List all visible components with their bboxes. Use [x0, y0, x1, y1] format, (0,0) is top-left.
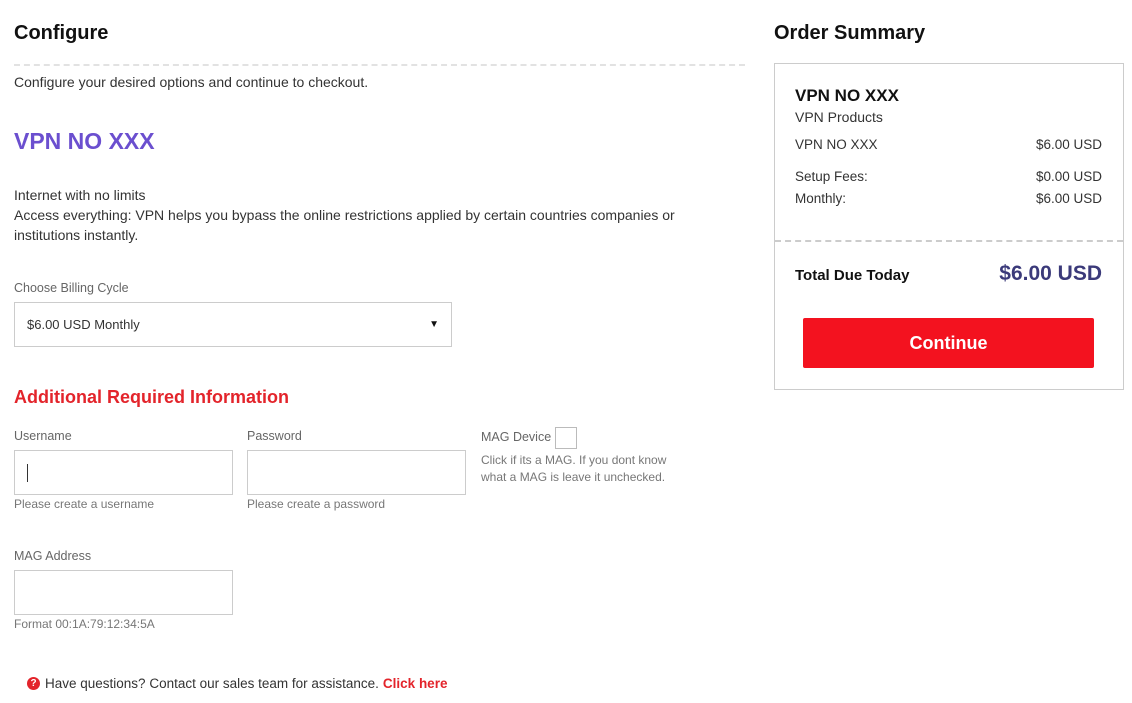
setup-fees-value: $0.00 USD [1035, 169, 1102, 184]
contact-sales-link[interactable]: Click here [383, 676, 448, 691]
monthly-label: Monthly: [795, 191, 847, 206]
mag-address-input[interactable] [14, 570, 233, 615]
password-input[interactable] [247, 450, 466, 495]
summary-monthly: Monthly: $6.00 USD [795, 191, 1102, 206]
summary-product-group: VPN Products [795, 109, 883, 125]
monthly-value: $6.00 USD [1035, 191, 1102, 206]
username-input[interactable] [14, 450, 233, 495]
total-due-label: Total Due Today [795, 267, 910, 284]
description-line-1: Internet with no limits [14, 187, 146, 203]
intro-text: Configure your desired options and conti… [14, 74, 369, 90]
questions-note: ? Have questions? Contact our sales team… [27, 676, 447, 691]
page-title: Configure [14, 22, 109, 44]
billing-cycle-value: $6.00 USD Monthly [27, 317, 140, 332]
mag-device-help: Click if its a MAG. If you dont know wha… [481, 453, 667, 484]
billing-cycle-label: Choose Billing Cycle [14, 281, 129, 295]
divider [14, 64, 745, 66]
mag-device-label: MAG Device [481, 430, 552, 444]
line-item-label: VPN NO XXX [795, 137, 878, 152]
continue-button[interactable]: Continue [803, 318, 1094, 368]
mag-device-checkbox[interactable] [555, 427, 577, 449]
mag-address-label: MAG Address [14, 549, 92, 563]
username-help: Please create a username [14, 497, 155, 511]
product-description: Internet with no limits Access everythin… [14, 185, 734, 245]
product-title: VPN NO XXX [14, 128, 155, 154]
setup-fees-label: Setup Fees: [795, 169, 868, 184]
line-item-value: $6.00 USD [1035, 137, 1102, 152]
mag-address-help: Format 00:1A:79:12:34:5A [14, 617, 155, 631]
summary-product-name: VPN NO XXX [795, 86, 899, 105]
summary-setup-fees: Setup Fees: $0.00 USD [795, 169, 1102, 184]
summary-divider [775, 240, 1123, 242]
question-circle-icon: ? [27, 677, 40, 690]
summary-line-item: VPN NO XXX $6.00 USD [795, 137, 1102, 152]
questions-text: Have questions? Contact our sales team f… [45, 676, 379, 691]
password-label: Password [247, 429, 302, 443]
description-line-2: Access everything: VPN helps you bypass … [14, 207, 675, 243]
text-cursor [27, 464, 28, 482]
total-due-value: $6.00 USD [999, 262, 1102, 285]
additional-info-title: Additional Required Information [14, 387, 289, 407]
password-help: Please create a password [247, 497, 386, 511]
billing-cycle-select[interactable]: $6.00 USD Monthly ▼ [14, 302, 452, 347]
username-label: Username [14, 429, 72, 443]
order-summary-title: Order Summary [774, 22, 926, 44]
caret-down-icon: ▼ [429, 319, 439, 330]
